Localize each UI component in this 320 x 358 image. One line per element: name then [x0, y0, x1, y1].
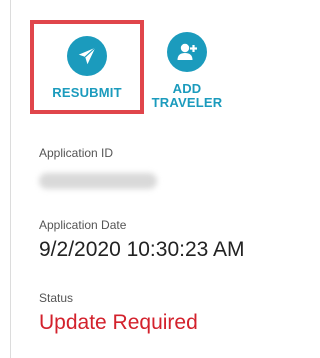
panel-divider	[10, 0, 11, 358]
add-traveler-label: ADD TRAVELER	[151, 81, 223, 110]
status-label: Status	[39, 291, 74, 305]
resubmit-label: RESUBMIT	[52, 85, 122, 100]
add-user-icon	[177, 43, 197, 60]
resubmit-button[interactable]: RESUBMIT	[30, 20, 144, 114]
application-date-field: Application Date 9/2/2020 10:30:23 AM	[39, 218, 245, 262]
status-value: Update Required	[39, 311, 198, 334]
application-id-label: Application ID	[39, 146, 114, 160]
application-id-field: Application ID	[39, 146, 157, 189]
paper-plane-icon	[78, 47, 96, 65]
resubmit-icon-circle	[67, 36, 107, 76]
application-date-value: 9/2/2020 10:30:23 AM	[39, 238, 245, 261]
add-traveler-button[interactable]: ADD TRAVELER	[150, 32, 224, 110]
add-traveler-icon-circle	[167, 32, 207, 72]
application-date-label: Application Date	[39, 218, 127, 232]
application-id-redacted	[39, 173, 157, 189]
status-field: Status Update Required	[39, 291, 198, 335]
